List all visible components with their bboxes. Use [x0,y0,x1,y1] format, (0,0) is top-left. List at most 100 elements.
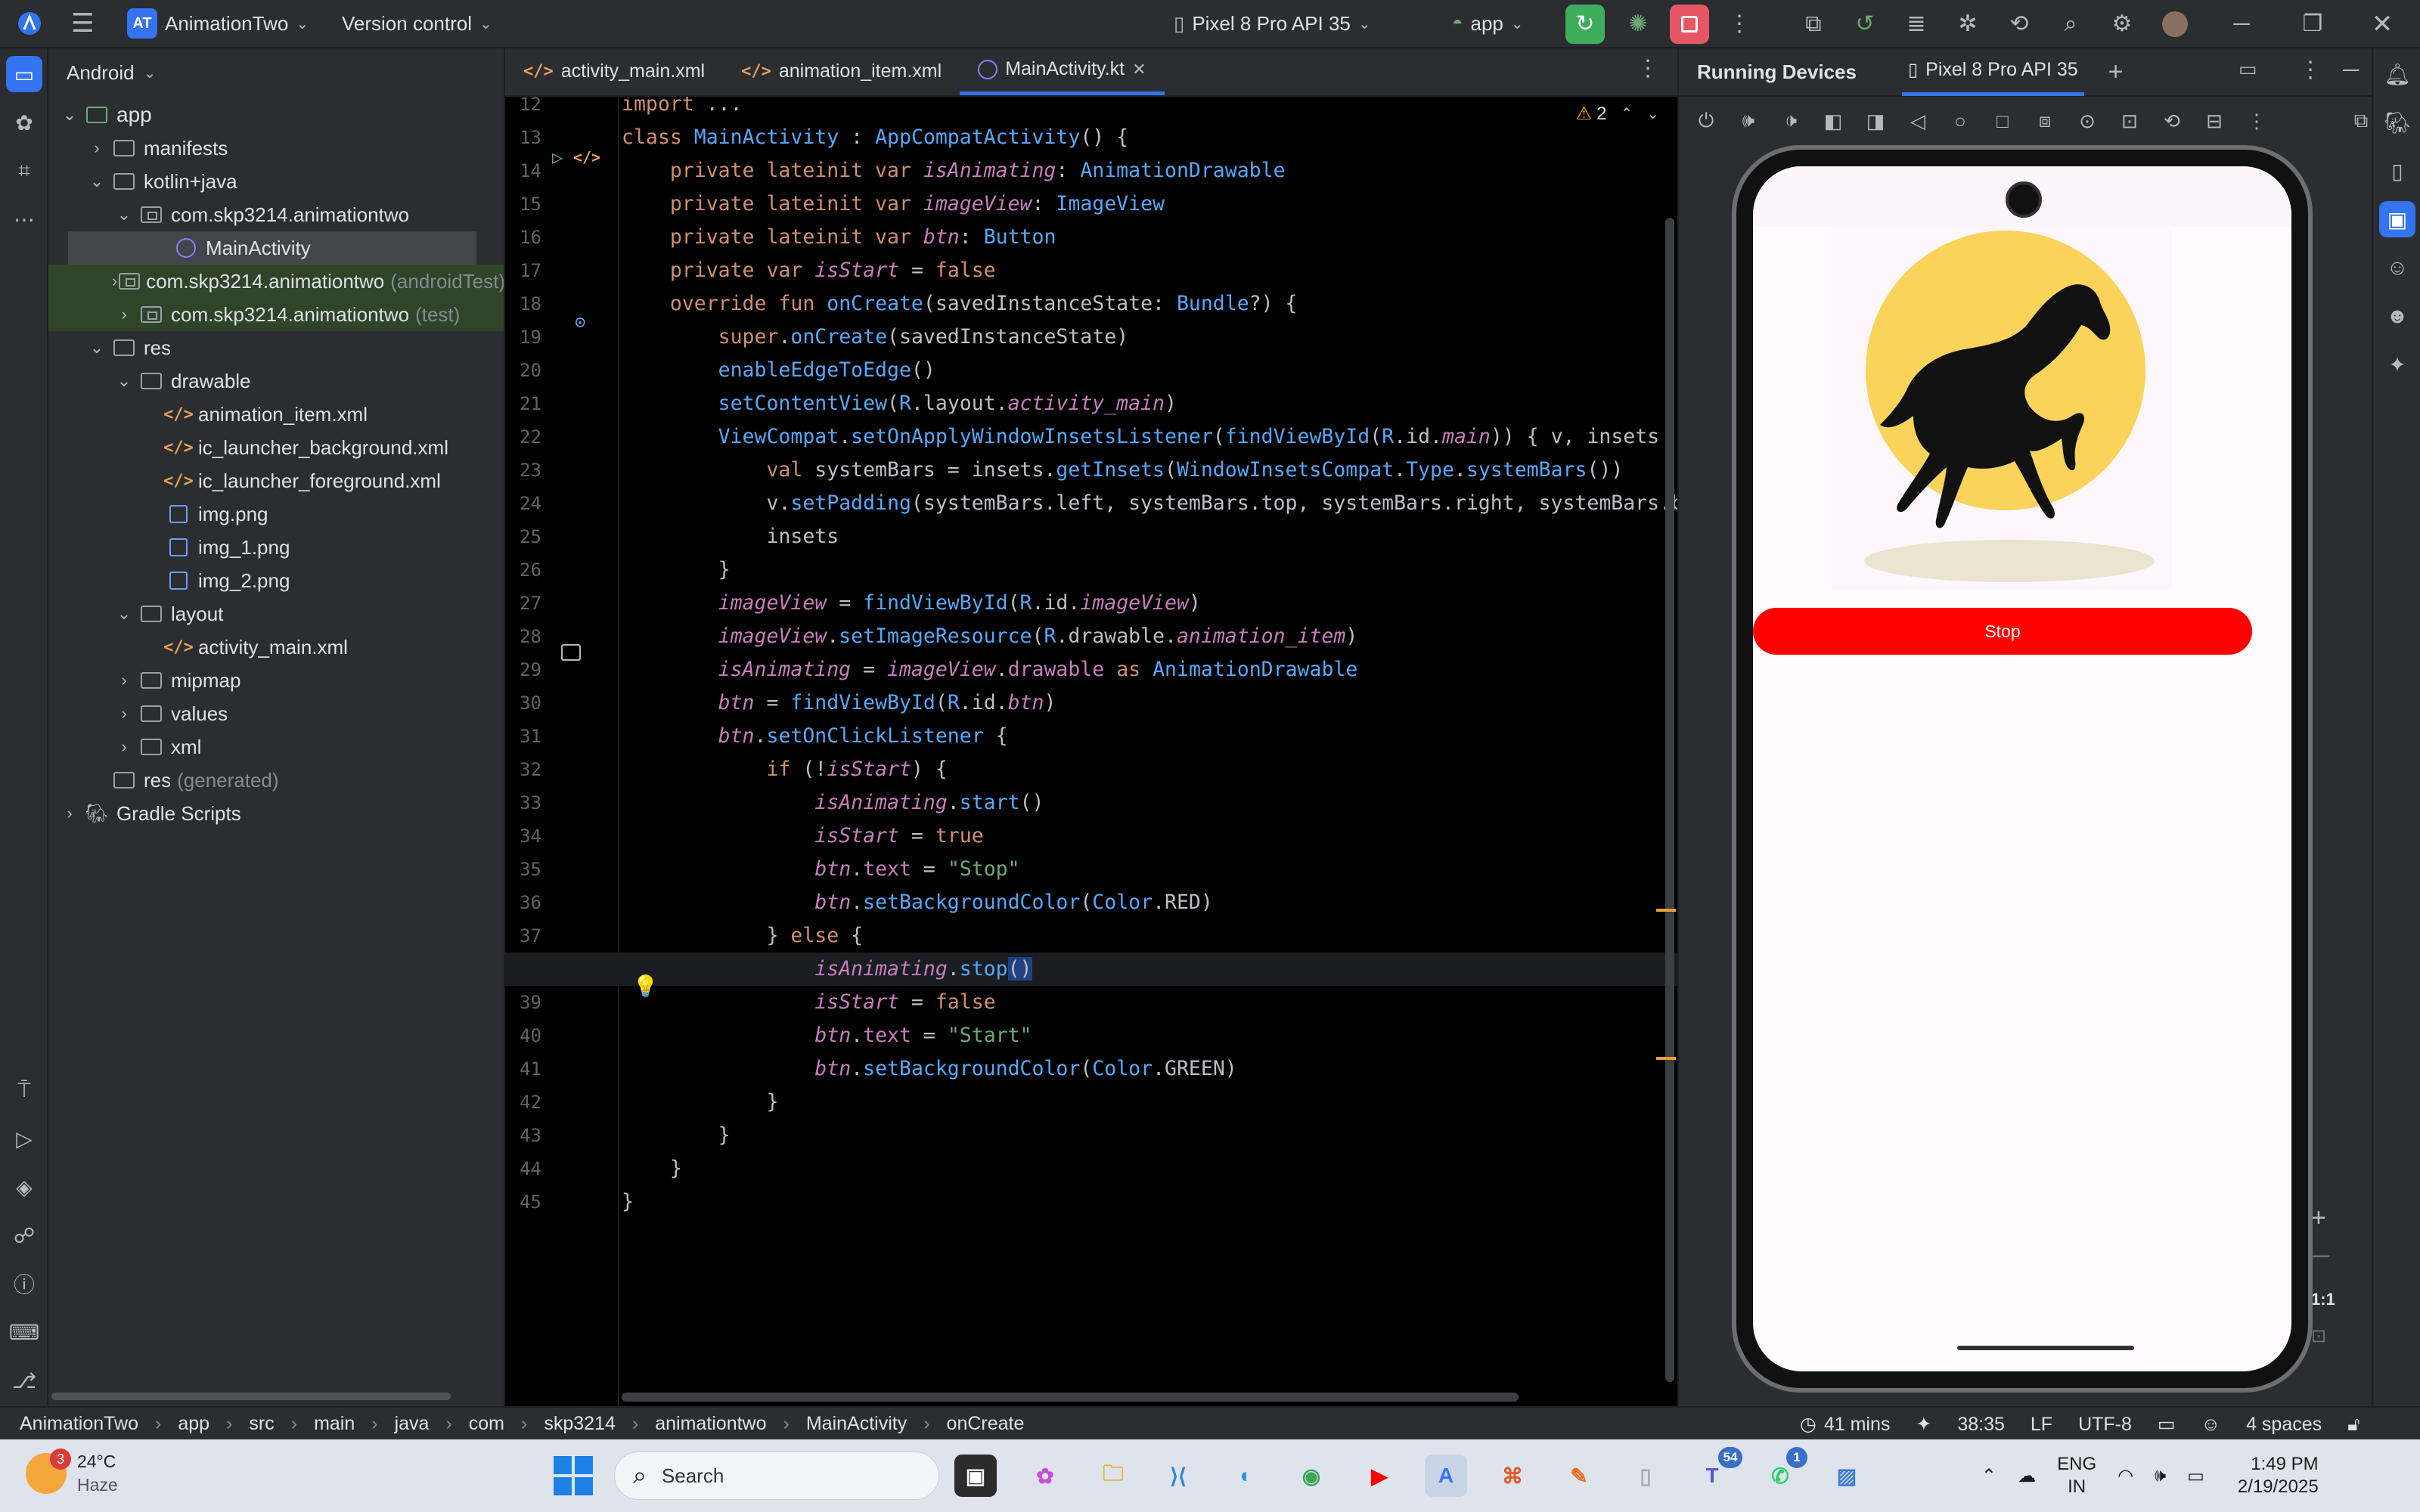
copilot-app-icon[interactable]: ✿ [1024,1455,1066,1497]
task-view-icon[interactable]: ▣ [954,1455,997,1497]
code-line[interactable]: private var isStart = false [622,254,996,287]
fold-icon[interactable]: ⧈ [2028,104,2062,138]
more-vertical-icon[interactable]: ⋮ [2299,59,2322,82]
tree-item[interactable]: › xml [110,730,201,764]
layout-inspector-icon[interactable]: ☻ [2379,298,2415,334]
tree-item[interactable]: ⌄ app [56,98,152,132]
zoom-in-icon[interactable]: + [2311,1205,2326,1231]
app-quality-icon[interactable]: ◈ [6,1169,42,1205]
tab-device[interactable]: ▯ Pixel 8 Pro API 35 [1901,48,2084,96]
indent-setting[interactable]: 4 spaces [2246,1414,2322,1436]
code-line[interactable]: } [622,1185,634,1219]
device-explorer-icon[interactable]: ▯ [2379,153,2415,189]
code-line[interactable]: } [622,1152,682,1185]
language-indicator[interactable]: ENG IN [2057,1453,2096,1498]
youtube-icon[interactable]: ▶ [1358,1455,1401,1497]
rerun-button[interactable]: ↻ [1565,5,1605,44]
apply-changes-button[interactable]: ↺ [1845,5,1885,44]
memory-icon[interactable]: ▭ [2158,1413,2176,1436]
volume-down-icon[interactable]: 🕩 [1774,104,1807,138]
override-gutter-icon[interactable]: ⊙ [575,311,585,333]
start-button[interactable] [554,1456,593,1495]
more-vertical-icon[interactable]: ⋮ [1637,57,1659,80]
horizontal-scrollbar[interactable] [51,1393,451,1400]
breadcrumb-item[interactable]: onCreate [947,1413,1025,1435]
horizontal-scrollbar[interactable] [622,1393,1519,1402]
code-line[interactable]: if (!isStart) { [622,753,947,786]
chevron-right-icon[interactable]: › [110,271,119,291]
breadcrumb-item[interactable]: main [314,1413,355,1435]
code-line[interactable]: isAnimating.start() [622,786,1044,820]
warning-marker[interactable] [1656,909,1676,912]
battery-icon[interactable]: ▭ [2187,1465,2204,1487]
breadcrumb-item[interactable]: AnimationTwo [20,1413,138,1435]
tree-item[interactable]: › 🐘︎ Gradle Scripts [56,797,240,830]
code-line[interactable]: isStart = false [622,986,995,1019]
rotate-right-icon[interactable]: ◨ [1859,104,1892,138]
whatsapp-icon[interactable]: ✆ 1 [1759,1447,1807,1497]
chevron-right-icon[interactable]: › [110,671,138,690]
project-tool-icon[interactable]: ▭ [6,56,42,92]
chevron-down-icon[interactable]: ⌄ [110,604,138,624]
zoom-out-icon[interactable]: ─ [2311,1243,2329,1269]
breadcrumb-item[interactable]: skp3214 [544,1413,616,1435]
wifi-icon[interactable]: ◠ [2118,1465,2133,1487]
run-config-selector[interactable]: ◓ app ⌄ [1452,12,1524,36]
code-editor[interactable]: 12 13 14 15 16 17 18 19 20 21 22 23 24 25 26 27 28 29 30 31… [505,97,1677,1406]
profile-button[interactable] [2155,5,2195,44]
code-line[interactable]: } [622,553,731,587]
teams-icon[interactable]: T 54 [1691,1447,1742,1497]
snapshot-icon[interactable]: ⟲ [2155,104,2189,138]
tree-item[interactable]: ⌄ com.skp3214.animationtwo [110,198,409,231]
breadcrumb-item[interactable]: app [178,1413,209,1435]
tab-main-activity-kt[interactable]: MainActivity.kt ✕ [960,47,1165,95]
tree-item[interactable]: ⌄ layout [110,597,224,631]
code-line[interactable]: enableEdgeToEdge() [622,354,935,387]
overview-icon[interactable]: □ [1986,104,2019,138]
gradle-icon[interactable]: 🐘︎ [2379,104,2415,141]
code-line[interactable]: isAnimating.stop() [622,953,1032,986]
code-line[interactable]: ViewCompat.setOnApplyWindowInsetsListene… [622,420,1660,454]
warning-marker[interactable] [1656,1057,1676,1060]
terminal-icon[interactable]: ⌨ [6,1314,42,1350]
tab-activity-main-xml[interactable]: </> activity_main.xml [505,47,723,95]
maximize-button[interactable]: ❐ [2293,5,2332,44]
copilot-icon[interactable]: ☺ [2201,1414,2221,1436]
code-line[interactable]: import ... [622,97,743,121]
code-line[interactable]: btn.setOnClickListener { [622,720,1008,753]
add-device-icon[interactable]: + [2108,59,2124,85]
run-gutter-icon[interactable]: ▷ [552,147,563,168]
gesture-home-bar[interactable] [1957,1346,2134,1350]
xml-gutter-icon[interactable]: </> [573,148,600,166]
notepad-icon[interactable]: ▯ [1624,1455,1667,1497]
code-line[interactable]: isAnimating = imageView.drawable as Anim… [622,653,1358,686]
tree-item[interactable]: img.png [138,497,268,531]
code-line[interactable]: private lateinit var isAnimating: Animat… [622,154,1286,187]
more-vertical-icon[interactable]: ⋮ [2240,104,2273,138]
code-line[interactable]: btn.text = "Start" [622,1019,1032,1052]
main-menu-icon[interactable]: ☰ [71,11,94,36]
onedrive-icon[interactable]: ☁ [2018,1465,2036,1487]
breadcrumb-item[interactable]: com [469,1413,504,1435]
structure-icon[interactable]: ⌗ [6,153,42,189]
tree-item[interactable]: › com.skp3214.animationtwo (test) [48,298,504,331]
emulator-icon[interactable]: ☺ [2379,249,2415,286]
code-line[interactable]: v.setPadding(systemBars.left, systemBars… [622,487,1677,520]
tree-item[interactable]: › mipmap [110,664,240,697]
tree-item[interactable]: › manifests [83,132,228,165]
breadcrumb-item[interactable]: MainActivity [806,1413,907,1435]
display-mode-icon[interactable]: ⊟ [2198,104,2231,138]
chevron-right-icon[interactable]: › [110,704,138,723]
chevron-right-icon[interactable]: › [110,737,138,757]
minimize-panel-icon[interactable]: ─ [2343,59,2359,82]
code-line[interactable]: btn.text = "Stop" [622,853,1019,886]
breadcrumb-item[interactable]: java [395,1413,430,1435]
home-icon[interactable]: ○ [1944,104,1977,138]
code-line[interactable]: private lateinit var imageView: ImageVie… [622,187,1165,221]
chevron-down-icon[interactable]: ⌄ [83,338,110,358]
tree-item[interactable]: res (generated) [83,764,279,797]
lock-icon[interactable]: 🔓︎ [2347,1414,2360,1436]
code-line[interactable]: isStart = true [622,820,983,853]
device-selector[interactable]: ▯ Pixel 8 Pro API 35 ⌄ [1174,12,1371,36]
code-line[interactable]: imageView = findViewById(R.id.imageView) [622,587,1201,620]
